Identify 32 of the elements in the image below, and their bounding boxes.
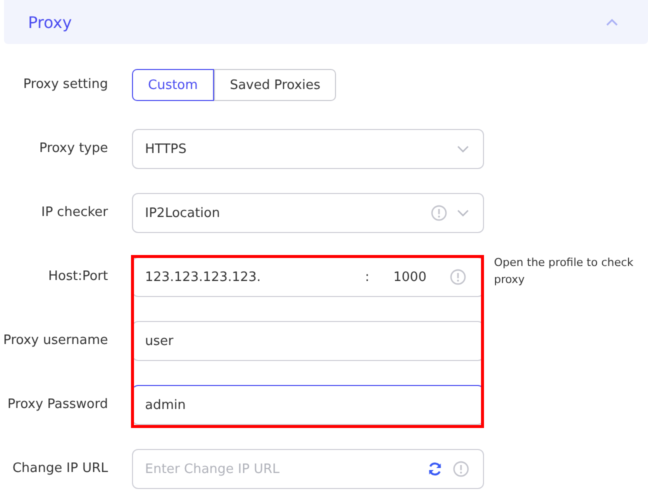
placeholder-text: Enter Change IP URL [145, 462, 281, 476]
field-label: Change IP URL [11, 460, 109, 478]
field-label: Proxy Password [6, 396, 109, 414]
field-label: Host:Port [47, 268, 109, 286]
select-field[interactable]: HTTPS [132, 129, 484, 169]
field-label: Proxy type [38, 140, 109, 158]
port-separator: : [365, 270, 370, 284]
select-field[interactable]: IP2Location [132, 193, 484, 233]
input-field[interactable]: admin [132, 385, 484, 425]
input-value: user [145, 334, 174, 348]
host-port-field[interactable]: 123.123.123.123. : 1000 [132, 257, 484, 297]
chevron-icon[interactable] [606, 18, 618, 26]
chevron-down-icon[interactable] [457, 209, 469, 217]
info-icon[interactable] [450, 269, 466, 285]
segment-tab[interactable]: Custom [132, 69, 214, 101]
field-label: Proxy username [2, 332, 109, 350]
field-label: Proxy setting [22, 76, 109, 94]
port-value: 1000 [393, 270, 426, 284]
section-title: Proxy [28, 12, 72, 32]
select-value: IP2Location [145, 206, 221, 220]
host-value: 123.123.123.123. [145, 270, 262, 284]
select-value: HTTPS [145, 142, 188, 156]
input-value: admin [145, 398, 187, 412]
info-icon[interactable] [453, 461, 469, 477]
refresh-icon[interactable] [427, 461, 443, 477]
section-header[interactable]: Proxy [4, 0, 648, 44]
chevron-down-icon[interactable] [457, 145, 469, 153]
segment-tab[interactable]: Saved Proxies [214, 69, 336, 101]
field-label: IP checker [40, 204, 109, 222]
info-icon[interactable] [431, 205, 447, 221]
hint-text: Open the profile to check proxy [494, 255, 634, 288]
input-field[interactable]: user [132, 321, 484, 361]
